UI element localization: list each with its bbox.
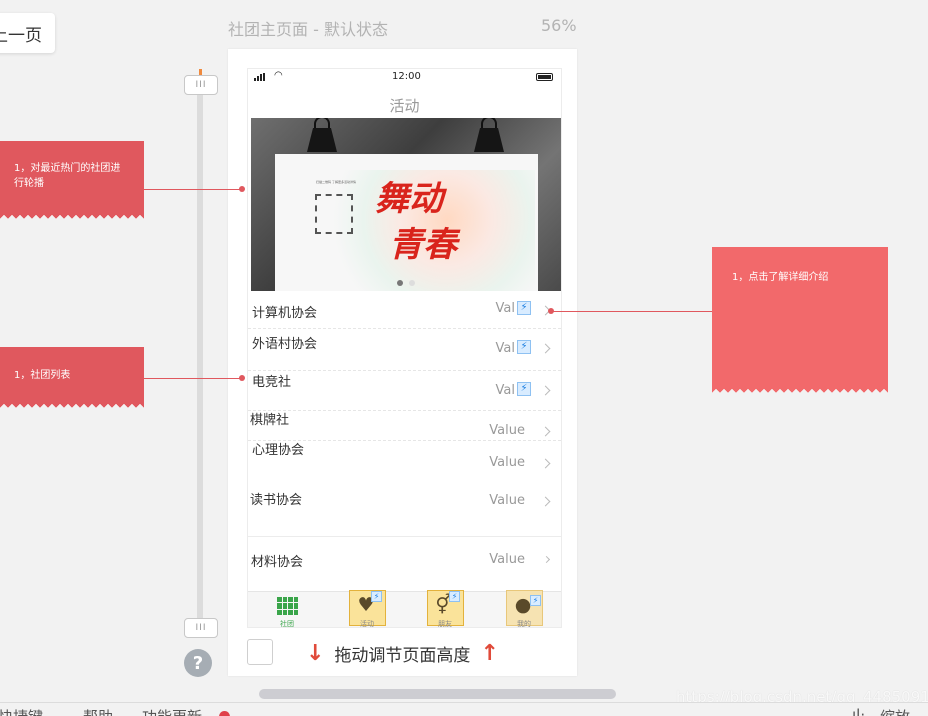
- list-item[interactable]: 棋牌社 Value: [248, 411, 561, 441]
- list-item[interactable]: 心理协会 Value: [248, 441, 561, 479]
- lightning-icon: ⚡: [449, 591, 460, 602]
- lightning-icon: ⚡: [517, 382, 531, 396]
- annotation-carousel[interactable]: 1，对最近热门的社团进行轮播: [0, 141, 144, 219]
- zoom-link[interactable]: 缩放: [880, 706, 910, 716]
- binder-clip-icon: [472, 118, 506, 152]
- club-name: 读书协会: [250, 493, 303, 508]
- status-time: 12:00: [392, 71, 421, 82]
- updates-link[interactable]: 功能更新: [142, 706, 202, 716]
- drag-height-label: 拖动调节页面高度: [334, 646, 471, 666]
- tab-bar: 社团 ♥ ⚡ 活动 ⚥ ⚡ 朋友 ● ⚡ 我的: [248, 590, 561, 628]
- annotation-pin: [548, 308, 554, 314]
- status-bar: ◠ 12:00: [248, 69, 561, 87]
- grid-icon: [277, 597, 298, 615]
- club-name: 材料协会: [251, 555, 304, 570]
- tab-label: 朋友: [438, 620, 452, 628]
- poster-headline: 舞动 青春: [375, 179, 457, 265]
- page-title: 社团主页面 - 默认状态: [228, 20, 388, 39]
- tab-clubs[interactable]: 社团: [267, 592, 307, 628]
- drag-height-hint: ↓ 拖动调节页面高度 ↑: [306, 641, 499, 666]
- qr-caption: 扫描二维码 了解更多活动详情: [316, 180, 356, 184]
- list-item[interactable]: 计算机协会 Val ⚡: [248, 291, 561, 329]
- tab-label: 我的: [517, 620, 531, 628]
- slider-handle-bottom[interactable]: III: [184, 618, 218, 638]
- club-name: 计算机协会: [252, 306, 318, 321]
- chevron-right-icon: [540, 426, 551, 437]
- list-item[interactable]: 读书协会 Value: [248, 479, 561, 537]
- binder-clip-icon: [305, 118, 339, 152]
- annotation-pin: [239, 186, 245, 192]
- club-name: 外语村协会: [252, 337, 318, 352]
- lightning-icon: ⚡: [371, 591, 382, 602]
- height-slider-track[interactable]: [197, 82, 203, 630]
- wifi-icon: ◠: [274, 70, 283, 81]
- shortcuts-link[interactable]: 快捷键: [0, 706, 43, 716]
- club-value: Val: [495, 383, 515, 398]
- zoom-level[interactable]: 56%: [541, 16, 577, 35]
- signal-icon: ıl·: [852, 706, 866, 716]
- lightning-icon: ⚡: [517, 301, 531, 315]
- tab-activities[interactable]: ♥ ⚡ 活动: [347, 590, 387, 628]
- annotation-connector: [552, 311, 712, 312]
- horizontal-scrollbar[interactable]: [259, 689, 616, 699]
- tab-me[interactable]: ● ⚡ 我的: [504, 590, 544, 628]
- list-item[interactable]: 电竞社 Val ⚡: [248, 371, 561, 411]
- notification-dot-icon: [219, 711, 230, 716]
- club-value: Value: [489, 455, 525, 470]
- footer-bar: 快捷键 帮助 功能更新 ıl· 缩放: [0, 702, 928, 716]
- list-item[interactable]: 外语村协会 Val ⚡: [248, 329, 561, 371]
- club-name: 电竞社: [252, 375, 292, 390]
- chevron-right-icon: [542, 555, 551, 564]
- qr-code-icon: [315, 194, 353, 234]
- phone-frame: ◠ 12:00 活动 扫描二维码 了解更多活动详情 舞动 青春 计算机协会 Val…: [247, 68, 562, 628]
- club-value: Val: [495, 341, 515, 356]
- help-link[interactable]: 帮助: [83, 706, 113, 716]
- club-value: Val: [495, 301, 515, 316]
- annotation-detail[interactable]: 1，点击了解详细介绍: [712, 247, 888, 393]
- lightning-icon: ⚡: [530, 595, 541, 606]
- hot-club-carousel[interactable]: 扫描二维码 了解更多活动详情 舞动 青春: [251, 118, 561, 291]
- club-name: 棋牌社: [250, 413, 290, 428]
- tab-label: 社团: [280, 620, 294, 628]
- drag-height-checkbox[interactable]: [247, 639, 273, 665]
- chevron-right-icon: [540, 343, 551, 354]
- club-value: Value: [489, 423, 525, 438]
- list-item[interactable]: 材料协会 Value: [248, 537, 561, 591]
- arrow-up-icon: ↑: [480, 641, 499, 666]
- signal-icon: [254, 73, 265, 81]
- club-value: Value: [489, 552, 525, 567]
- arrow-down-icon: ↓: [306, 641, 325, 666]
- app-title: 活动: [389, 97, 420, 115]
- help-icon[interactable]: ?: [184, 649, 212, 677]
- chevron-right-icon: [540, 385, 551, 396]
- chevron-right-icon: [540, 458, 551, 469]
- annotation-connector: [144, 378, 242, 379]
- tab-label: 活动: [360, 620, 374, 628]
- annotation-pin: [239, 375, 245, 381]
- carousel-poster: 扫描二维码 了解更多活动详情 舞动 青春: [275, 154, 538, 291]
- annotation-connector: [144, 189, 242, 190]
- prev-page-button[interactable]: 上一页: [0, 13, 55, 53]
- club-value: Value: [489, 493, 525, 508]
- battery-icon: [536, 73, 553, 81]
- carousel-dots[interactable]: [397, 280, 415, 286]
- slider-handle-top[interactable]: III: [184, 75, 218, 95]
- lightning-icon: ⚡: [517, 340, 531, 354]
- annotation-list[interactable]: 1，社团列表: [0, 347, 144, 408]
- chevron-right-icon: [540, 496, 551, 507]
- tab-friends[interactable]: ⚥ ⚡ 朋友: [425, 590, 465, 628]
- club-name: 心理协会: [252, 443, 305, 458]
